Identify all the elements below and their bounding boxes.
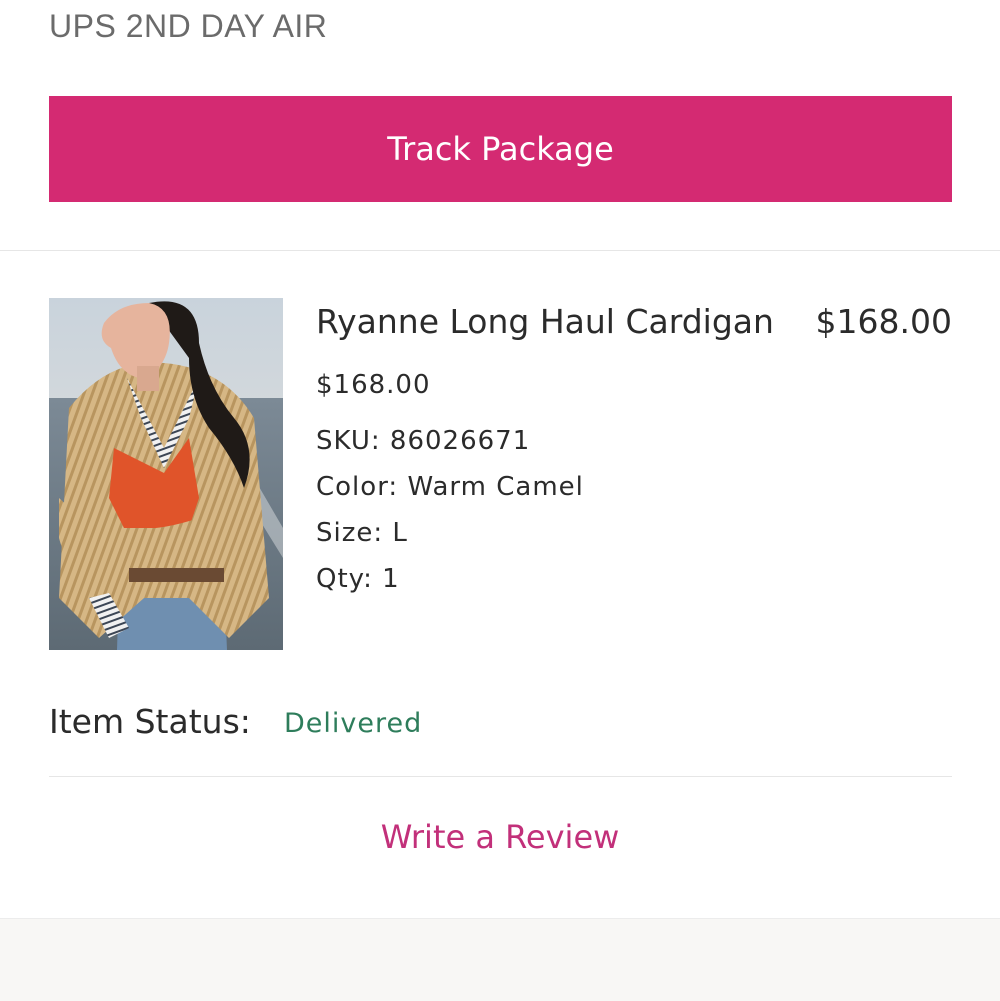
product-photo <box>49 298 283 650</box>
sku-text: SKU: 86026671 <box>316 426 531 456</box>
product-name[interactable]: Ryanne Long Haul Cardigan <box>316 302 774 341</box>
track-package-button[interactable]: Track Package <box>49 96 952 202</box>
product-image[interactable] <box>49 298 283 650</box>
item-status-label: Item Status: <box>49 702 251 741</box>
write-review-link[interactable]: Write a Review <box>0 818 1000 856</box>
qty-text: Qty: 1 <box>316 564 400 594</box>
size-text: Size: L <box>316 518 408 548</box>
status-divider <box>49 776 952 777</box>
color-text: Color: Warm Camel <box>316 472 584 502</box>
footer-band <box>0 918 1000 1001</box>
unit-price: $168.00 <box>316 370 431 400</box>
line-total-price: $168.00 <box>815 302 952 341</box>
section-divider <box>0 250 1000 251</box>
item-status-value: Delivered <box>284 708 423 739</box>
shipping-method: UPS 2ND DAY AIR <box>49 8 328 44</box>
